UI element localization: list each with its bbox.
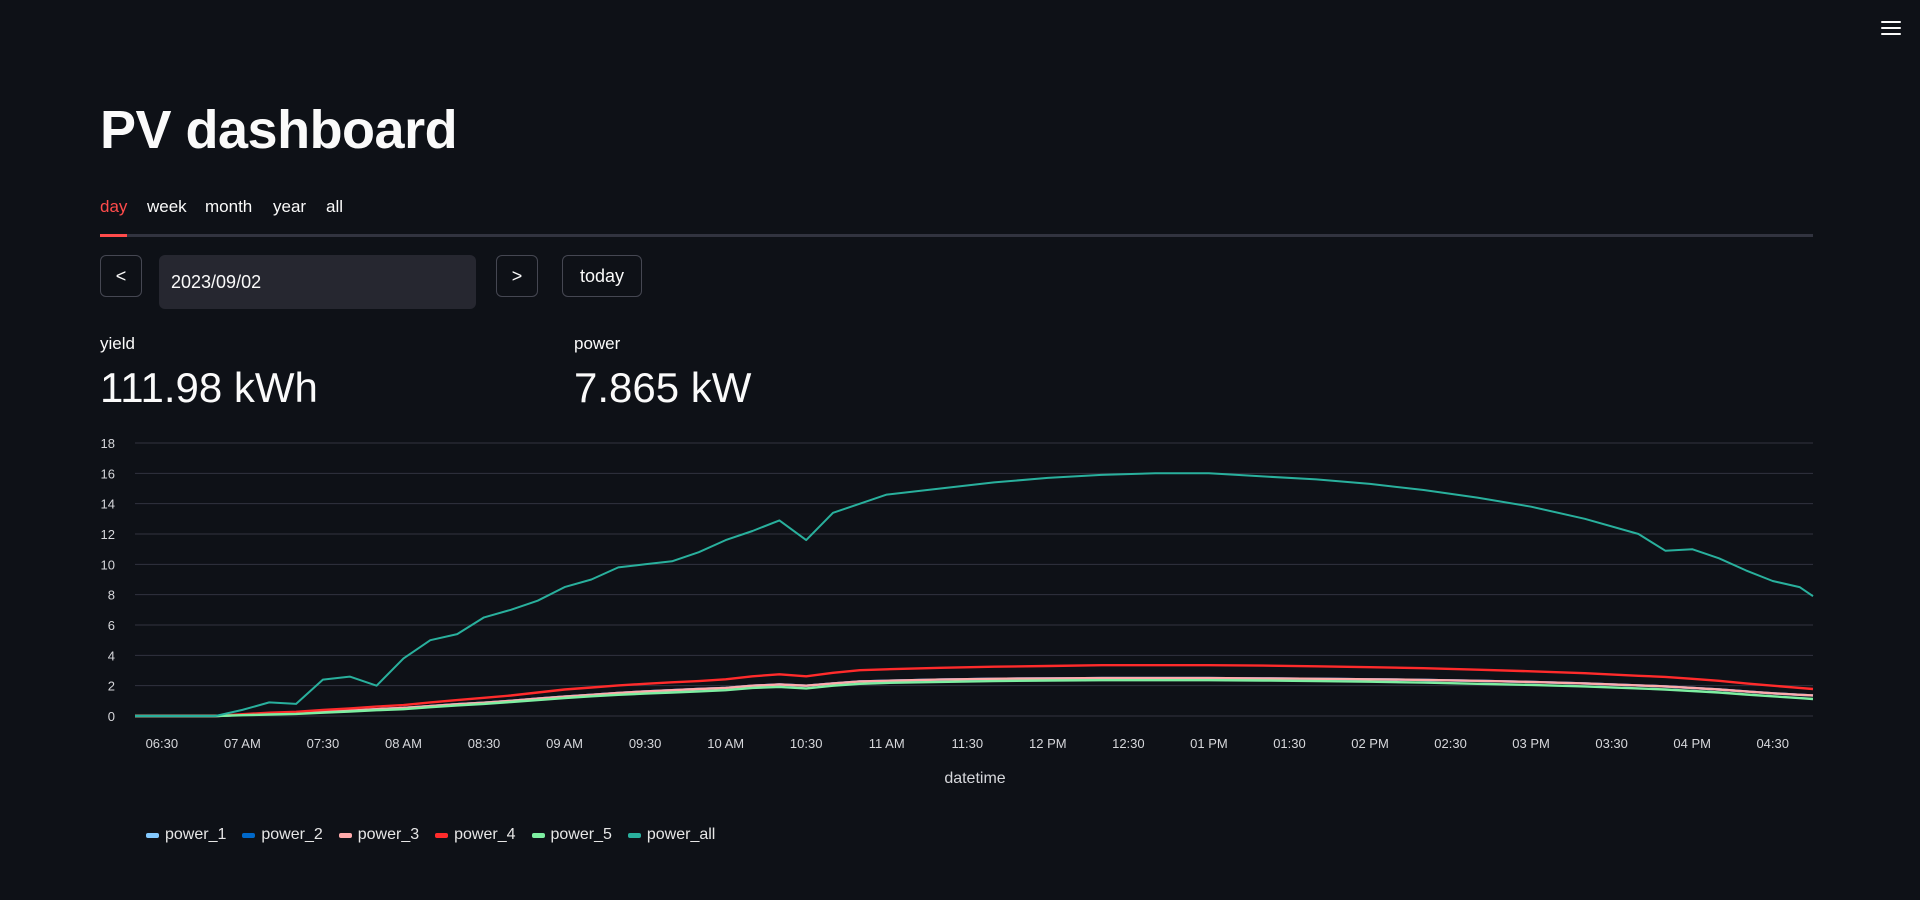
legend-swatch bbox=[627, 832, 641, 838]
legend-swatch bbox=[242, 832, 256, 838]
y-tick-label: 10 bbox=[101, 557, 115, 572]
x-axis-title: datetime bbox=[944, 770, 1005, 787]
legend-label: power_3 bbox=[357, 826, 420, 843]
y-tick-label: 8 bbox=[108, 588, 115, 603]
x-tick-label: 03 PM bbox=[1512, 736, 1550, 751]
x-tick-label: 11 AM bbox=[869, 736, 905, 751]
legend-item-power-1[interactable]: power_1 bbox=[146, 826, 226, 844]
legend-label: power_4 bbox=[454, 826, 516, 843]
legend-item-power-4[interactable]: power_4 bbox=[435, 826, 516, 844]
x-tick-label: 09 AM bbox=[546, 736, 583, 751]
x-tick-label: 01:30 bbox=[1273, 736, 1306, 751]
y-tick-label: 4 bbox=[108, 648, 115, 663]
y-tick-label: 2 bbox=[108, 679, 115, 694]
chart-legend: power_1 power_2 power_3 power_4 power_5 power… bbox=[146, 824, 715, 846]
x-tick-label: 01 PM bbox=[1190, 736, 1228, 751]
x-tick-label: 08:30 bbox=[468, 736, 501, 751]
x-tick-label: 09:30 bbox=[629, 736, 662, 751]
x-tick-label: 04:30 bbox=[1756, 736, 1789, 751]
x-tick-label: 12:30 bbox=[1112, 736, 1145, 751]
y-tick-label: 18 bbox=[101, 436, 115, 451]
y-tick-label: 16 bbox=[101, 466, 115, 481]
x-tick-label: 10 AM bbox=[707, 736, 744, 751]
x-tick-label: 07 AM bbox=[224, 736, 261, 751]
x-tick-label: 06:30 bbox=[146, 736, 179, 751]
x-tick-label: 11:30 bbox=[951, 736, 983, 751]
y-tick-label: 0 bbox=[108, 709, 115, 724]
legend-item-power-2[interactable]: power_2 bbox=[242, 826, 323, 844]
x-tick-label: 02:30 bbox=[1434, 736, 1467, 751]
y-tick-label: 14 bbox=[101, 497, 115, 512]
legend-item-power-3[interactable]: power_3 bbox=[338, 826, 420, 844]
legend-swatch bbox=[531, 832, 545, 838]
y-tick-label: 12 bbox=[101, 527, 115, 542]
y-tick-label: 6 bbox=[108, 618, 115, 633]
power-line-chart[interactable]: 0 2 4 6 8 10 12 14 16 18 06:30 07 AM 07:30 08 AM 08:3… bbox=[0, 0, 1920, 800]
legend-swatch bbox=[146, 832, 159, 838]
x-axis: 06:30 07 AM 07:30 08 AM 08:30 09 AM 09:30 10 AM… bbox=[146, 736, 1789, 751]
legend-swatch bbox=[338, 832, 352, 838]
legend-label: power_all bbox=[646, 826, 716, 843]
x-tick-label: 12 PM bbox=[1029, 736, 1067, 751]
legend-swatch bbox=[435, 832, 449, 838]
legend-label: power_1 bbox=[165, 826, 227, 843]
x-tick-label: 02 PM bbox=[1351, 736, 1389, 751]
legend-item-power-all[interactable]: power_all bbox=[627, 826, 716, 844]
x-tick-label: 10:30 bbox=[790, 736, 823, 751]
legend-label: power_5 bbox=[550, 826, 612, 843]
x-tick-label: 04 PM bbox=[1673, 736, 1711, 751]
x-tick-label: 07:30 bbox=[307, 736, 340, 751]
legend-item-power-5[interactable]: power_5 bbox=[531, 826, 612, 844]
legend-label: power_2 bbox=[261, 826, 323, 843]
x-tick-label: 03:30 bbox=[1595, 736, 1628, 751]
x-tick-label: 08 AM bbox=[385, 736, 422, 751]
y-axis: 0 2 4 6 8 10 12 14 16 18 bbox=[101, 436, 115, 724]
